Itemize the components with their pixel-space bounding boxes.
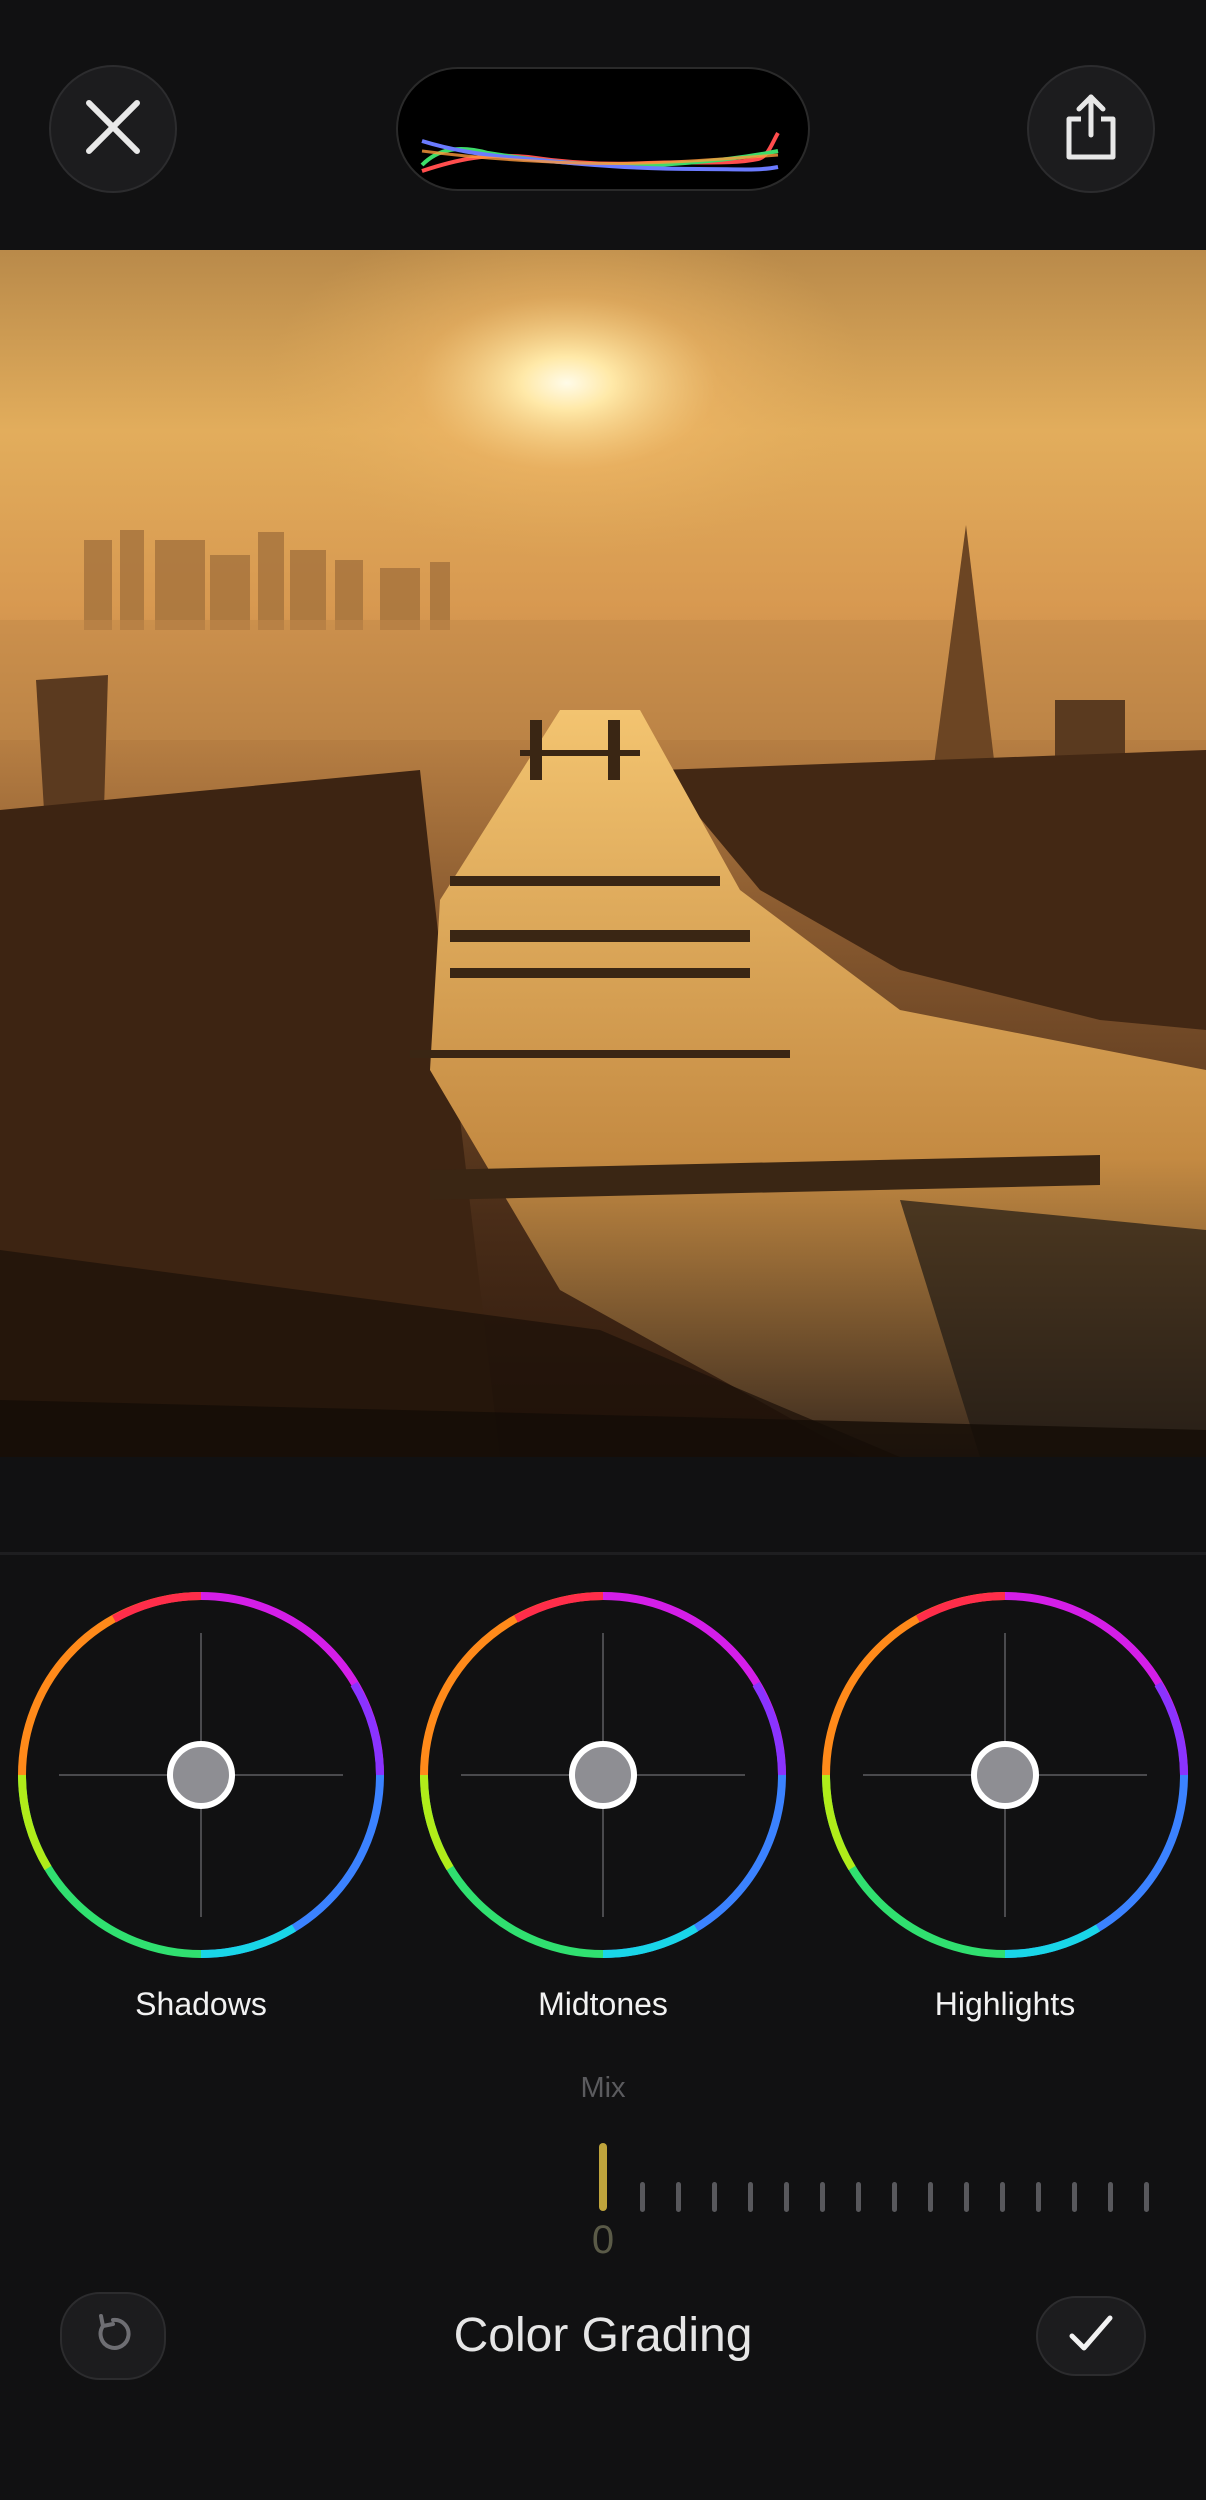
- mix-slider-tick: [1072, 2182, 1077, 2212]
- mix-slider-tick: [676, 2182, 681, 2212]
- mix-slider-tick: [640, 2182, 645, 2212]
- mix-slider-tick: [1036, 2182, 1041, 2212]
- mix-slider-tick: [748, 2182, 753, 2212]
- shadows-label: Shadows: [135, 1986, 267, 2022]
- checkmark-icon: [1068, 2314, 1114, 2359]
- tool-title: Color Grading: [453, 2309, 753, 2362]
- mix-label: Mix: [580, 2072, 626, 2104]
- mix-slider-tick: [1108, 2182, 1113, 2212]
- mix-slider-tick: [1000, 2182, 1005, 2212]
- mix-slider-indicator[interactable]: [599, 2143, 607, 2211]
- close-icon: [83, 97, 143, 162]
- mix-slider-tick: [784, 2182, 789, 2212]
- share-button[interactable]: [1027, 65, 1155, 193]
- histogram: [396, 67, 810, 191]
- midtones-label: Midtones: [538, 1986, 668, 2022]
- mix-slider-tick: [964, 2182, 969, 2212]
- mix-slider-tick: [928, 2182, 933, 2212]
- confirm-button[interactable]: [1036, 2296, 1146, 2376]
- mix-value: 0: [591, 2218, 615, 2262]
- top-bar: [0, 0, 1206, 250]
- shadows-color-wheel[interactable]: [14, 1588, 388, 1962]
- mix-slider-tick: [856, 2182, 861, 2212]
- highlights-color-wheel[interactable]: [818, 1588, 1192, 1962]
- panel-divider: [0, 1552, 1206, 1555]
- mix-slider-tick: [1144, 2182, 1149, 2212]
- photo-preview[interactable]: [0, 250, 1206, 1457]
- share-icon: [1059, 91, 1123, 168]
- mix-slider-tick: [712, 2182, 717, 2212]
- mix-slider-tick: [892, 2182, 897, 2212]
- mix-slider-tick: [820, 2182, 825, 2212]
- close-button[interactable]: [49, 65, 177, 193]
- highlights-label: Highlights: [934, 1986, 1076, 2022]
- midtones-color-wheel[interactable]: [416, 1588, 790, 1962]
